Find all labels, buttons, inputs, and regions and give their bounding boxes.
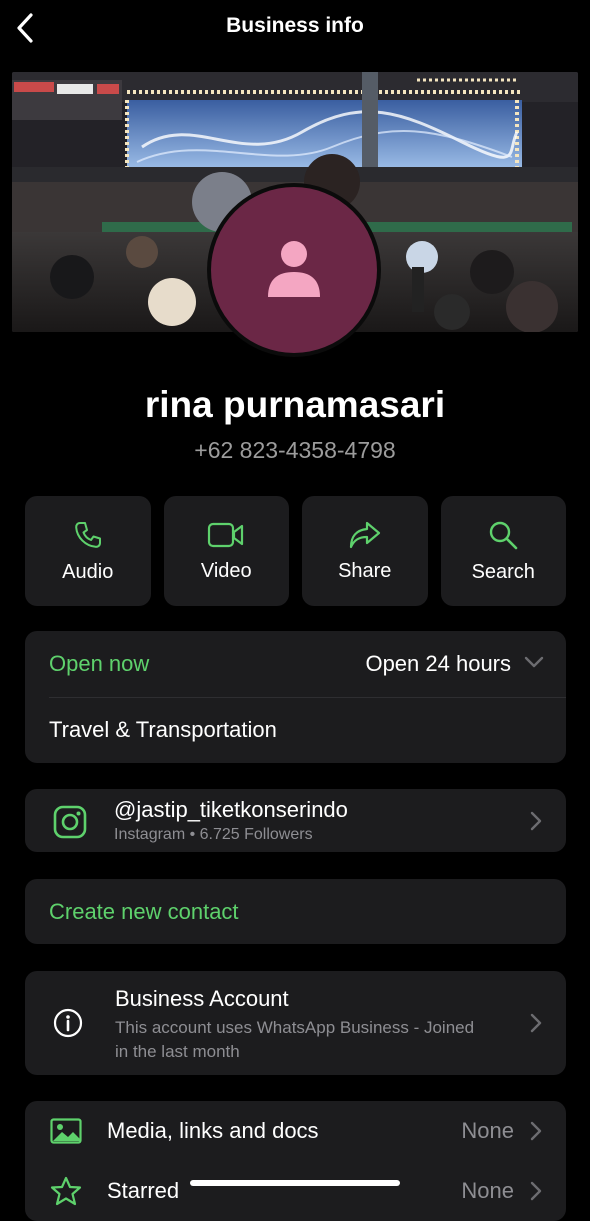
- starred-count: None: [461, 1178, 514, 1203]
- audio-button[interactable]: Audio: [25, 496, 151, 606]
- contact-phone: +62 823-4358-4798: [194, 437, 396, 463]
- search-label: Search: [471, 560, 535, 583]
- share-label: Share: [338, 559, 392, 582]
- profile-avatar[interactable]: [207, 183, 381, 357]
- business-account-title: Business Account: [115, 986, 289, 1011]
- chevron-right-icon: [530, 1013, 542, 1033]
- media-links-docs-row[interactable]: Media, links and docs None: [25, 1101, 566, 1161]
- chevron-down-icon: [524, 656, 544, 668]
- contact-name: rina purnamasari: [144, 384, 446, 425]
- star-icon: [50, 1176, 82, 1206]
- instagram-followers: Instagram • 6.725 Followers: [114, 826, 313, 843]
- business-account-description: This account uses WhatsApp Business - Jo…: [115, 1018, 475, 1061]
- top-bar: Business info: [0, 0, 590, 56]
- info-icon: [53, 1008, 83, 1038]
- instagram-link[interactable]: @jastip_tiketkonserindo Instagram • 6.72…: [25, 789, 566, 852]
- business-hours-card: Open now Open 24 hours Travel & Transpor…: [25, 631, 566, 763]
- action-buttons: Audio Video Share Search: [25, 496, 566, 606]
- hours-row[interactable]: Open now Open 24 hours: [25, 631, 566, 697]
- starred-row[interactable]: Starred None: [25, 1161, 566, 1221]
- starred-label: Starred: [107, 1178, 180, 1203]
- business-account-card[interactable]: Business Account This account uses Whats…: [25, 971, 566, 1075]
- share-button[interactable]: Share: [302, 496, 428, 606]
- chevron-right-icon: [530, 811, 542, 831]
- instagram-handle: @jastip_tiketkonserindo: [114, 797, 348, 822]
- search-button[interactable]: Search: [440, 496, 566, 606]
- share-icon: [349, 521, 380, 548]
- video-label: Video: [200, 559, 252, 582]
- home-indicator: [190, 1180, 400, 1186]
- divider: [49, 697, 566, 698]
- person-icon: [268, 241, 320, 297]
- chevron-right-icon: [530, 1121, 542, 1141]
- instagram-icon: [53, 805, 87, 839]
- create-contact-card[interactable]: Create new contact: [25, 879, 566, 944]
- open-status: Open now: [49, 651, 150, 676]
- page-title: Business info: [226, 14, 364, 37]
- create-contact-button[interactable]: Create new contact: [49, 899, 239, 925]
- business-category: Travel & Transportation: [49, 717, 277, 742]
- hours-schedule: Open 24 hours: [365, 651, 511, 676]
- video-button[interactable]: Video: [163, 496, 289, 606]
- media-label: Media, links and docs: [107, 1118, 319, 1143]
- video-icon: [208, 522, 244, 547]
- audio-label: Audio: [62, 560, 114, 583]
- image-icon: [50, 1118, 82, 1144]
- media-count: None: [461, 1118, 514, 1143]
- media-card: Media, links and docs None Starred None: [25, 1101, 566, 1221]
- phone-icon: [74, 521, 101, 548]
- chevron-right-icon: [530, 1181, 542, 1201]
- search-icon: [490, 521, 518, 549]
